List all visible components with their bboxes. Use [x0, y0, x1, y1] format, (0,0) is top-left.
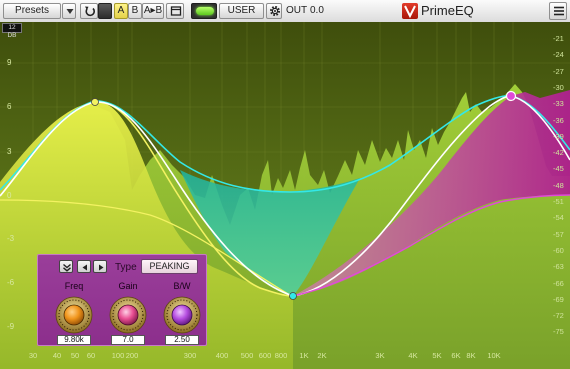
- band-collapse-button[interactable]: [59, 260, 73, 273]
- freq-axis-label: 100: [111, 351, 125, 360]
- db-right-label: -30: [553, 82, 564, 92]
- db-right-label: -57: [553, 229, 564, 239]
- undo-button[interactable]: [80, 3, 98, 19]
- presets-button[interactable]: Presets: [3, 3, 61, 19]
- freq-axis-label: 5K: [432, 351, 442, 360]
- db-right-label: -60: [553, 245, 564, 255]
- db-right-label: -39: [553, 131, 564, 141]
- db-right-label: -42: [553, 148, 564, 158]
- freq-axis-label: 50: [70, 351, 80, 360]
- freq-axis-label: 200: [125, 351, 139, 360]
- band3-handle[interactable]: [505, 90, 517, 102]
- bw-knob[interactable]: [162, 295, 202, 335]
- db-left-label: 3: [7, 147, 12, 156]
- freq-label: Freq: [64, 281, 84, 291]
- preset-name: USER: [227, 5, 256, 16]
- band-next-button[interactable]: [93, 260, 107, 273]
- db-right-label: -54: [553, 213, 564, 223]
- freq-axis-label: 400: [215, 351, 229, 360]
- db-left-label: 9: [7, 58, 12, 67]
- brand-title: PrimeEQ: [421, 3, 474, 18]
- out-label: OUT: [286, 5, 308, 16]
- primeeq-window: Presets A B A▸B USER OUT 0.0 PrimeEQ 12 …: [0, 0, 570, 369]
- presets-label: Presets: [15, 5, 49, 16]
- db-right-label: -27: [553, 66, 564, 76]
- ab-a-button[interactable]: A: [114, 3, 128, 19]
- toolbar: Presets A B A▸B USER OUT 0.0 PrimeEQ: [0, 0, 570, 23]
- chevron-double-down-icon: [63, 263, 71, 272]
- db-left-label: 6: [7, 102, 12, 111]
- band2-handle[interactable]: [289, 292, 297, 300]
- freq-axis-label: 3K: [375, 351, 385, 360]
- freq-axis-label: 800: [274, 351, 288, 360]
- db-left-label: -3: [7, 234, 15, 243]
- db-right-label: -75: [553, 327, 564, 337]
- power-led-icon: [196, 7, 214, 15]
- db-right-label: -45: [553, 164, 564, 174]
- type-dropdown[interactable]: PEAKING: [141, 259, 198, 274]
- freq-axis-label: 4K: [408, 351, 418, 360]
- preset-name-field[interactable]: USER: [219, 3, 264, 19]
- ab-copy-button[interactable]: A▸B: [142, 3, 164, 19]
- hamburger-icon: [554, 6, 564, 16]
- freq-axis-label: 6K: [451, 351, 461, 360]
- db-right-label: -69: [553, 294, 564, 304]
- db-left-label: -9: [7, 322, 15, 331]
- save-slot-button[interactable]: [166, 3, 184, 19]
- freq-axis-label: 60: [86, 351, 96, 360]
- range-badge[interactable]: 12 DB: [2, 23, 22, 39]
- menu-button[interactable]: [549, 2, 567, 20]
- freq-axis-label: 8K: [466, 351, 476, 360]
- ab-a-label: A: [117, 5, 125, 16]
- db-right-label: -36: [553, 115, 564, 125]
- triangle-right-icon: [99, 264, 104, 271]
- primeeq-logo-icon: [402, 3, 418, 19]
- presets-dropdown-button[interactable]: [62, 3, 76, 19]
- db-right-label: -33: [553, 99, 564, 109]
- triangle-left-icon: [82, 264, 87, 271]
- out-value[interactable]: 0.0: [310, 4, 324, 18]
- db-right-label: -63: [553, 262, 564, 272]
- db-right-label: -24: [553, 50, 564, 60]
- gear-icon: [269, 6, 280, 16]
- bw-label: B/W: [173, 281, 191, 291]
- bypass-toggle[interactable]: [191, 3, 217, 19]
- ab-b-button[interactable]: B: [128, 3, 142, 19]
- freq-knob[interactable]: [54, 295, 94, 335]
- db-right-label: -21: [553, 34, 564, 43]
- db-left-label: -6: [7, 278, 15, 287]
- bw-value[interactable]: 2.50: [165, 335, 199, 345]
- settings-button[interactable]: [266, 3, 282, 19]
- db-right-label: -51: [553, 197, 564, 206]
- gain-label: Gain: [118, 281, 138, 291]
- band-panel: Type PEAKING Freq Gain B/W 9.80k 7.0 2.5…: [37, 254, 207, 346]
- freq-axis-label: 500: [240, 351, 254, 360]
- db-right-label: -72: [553, 311, 564, 321]
- band-prev-button[interactable]: [77, 260, 91, 273]
- freq-axis-label: 2K: [317, 351, 327, 360]
- save-slot-icon: [170, 6, 182, 16]
- band1-handle[interactable]: [91, 98, 99, 106]
- freq-axis-label: 600: [258, 351, 272, 360]
- type-label: Type: [115, 262, 137, 273]
- freq-axis-label: 10K: [487, 351, 501, 360]
- freq-axis-label: 1K: [299, 351, 309, 360]
- db-right-label: -48: [553, 180, 564, 190]
- freq-axis-label: 30: [28, 351, 38, 360]
- ab-copy-label: A▸B: [143, 5, 163, 16]
- ab-b-label: B: [131, 5, 139, 16]
- undo-history-button[interactable]: [98, 3, 112, 19]
- gain-knob[interactable]: [108, 295, 148, 335]
- db-left-label: 0: [7, 191, 12, 200]
- freq-axis-label: 300: [183, 351, 197, 360]
- freq-axis-label: 40: [52, 351, 62, 360]
- db-right-label: -66: [553, 278, 564, 288]
- gain-value[interactable]: 7.0: [111, 335, 145, 345]
- undo-icon: [85, 6, 96, 17]
- triangle-down-icon: [66, 9, 74, 14]
- freq-value[interactable]: 9.80k: [57, 335, 91, 345]
